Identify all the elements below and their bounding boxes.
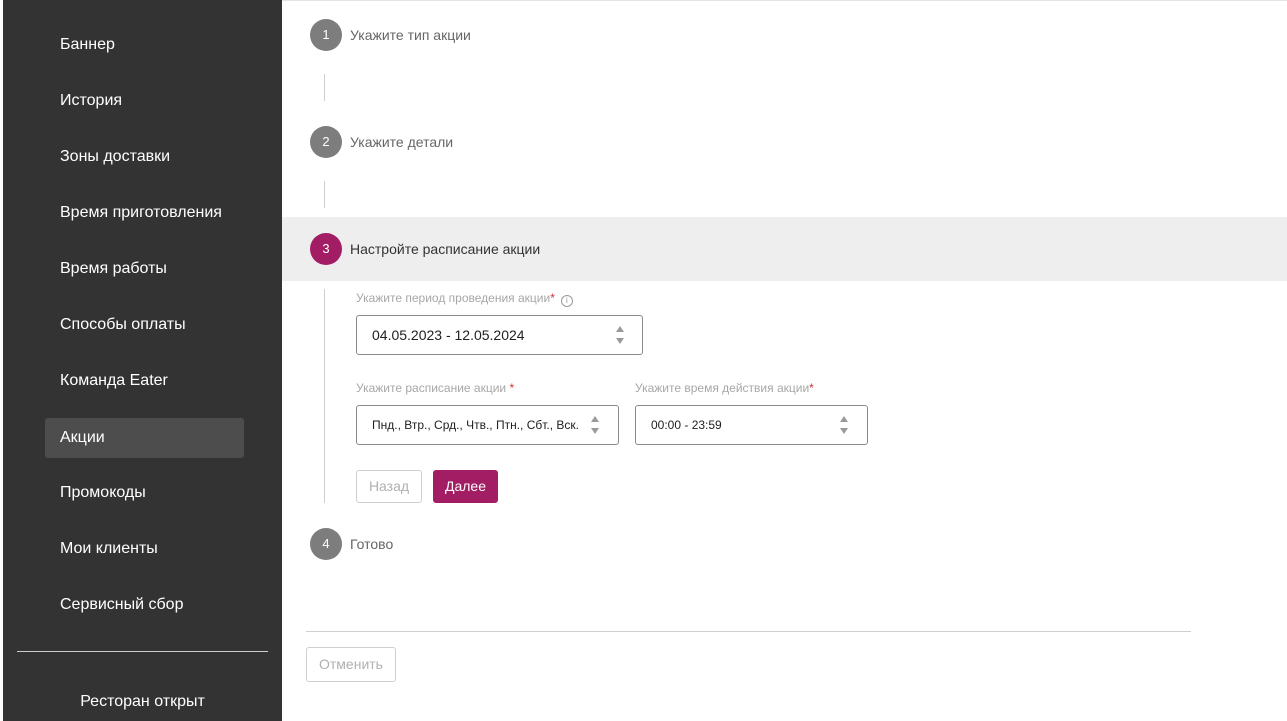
step-label-4: Готово xyxy=(350,536,394,552)
sidebar-item-promocodes[interactable]: Промокоды xyxy=(45,473,244,513)
days-label: Укажите расписание акции * xyxy=(356,381,515,395)
step-label-1: Укажите тип акции xyxy=(350,27,471,43)
restaurant-status[interactable]: Ресторан открыт xyxy=(3,688,282,716)
step-connector-2 xyxy=(324,181,325,208)
sidebar-item-banner[interactable]: Баннер xyxy=(45,25,244,65)
days-value: Пнд., Втр., Срд., Чтв., Птн., Сбт., Вск. xyxy=(372,418,580,432)
cancel-button[interactable]: Отменить xyxy=(306,647,396,682)
period-required-mark: * xyxy=(550,291,555,305)
period-value: 04.05.2023 - 12.05.2024 xyxy=(372,327,525,343)
app-root: Баннер История Зоны доставки Время приго… xyxy=(0,0,1287,721)
sort-arrows-icon xyxy=(840,416,848,434)
sort-arrows-icon xyxy=(616,326,624,344)
sidebar-item-cooking-time[interactable]: Время приготовления xyxy=(45,193,244,233)
period-label: Укажите период проведения акции* i xyxy=(356,290,573,307)
footer-divider xyxy=(306,631,1191,632)
step-number-2: 2 xyxy=(310,126,342,158)
step-label-2: Укажите детали xyxy=(350,134,454,150)
sidebar-divider xyxy=(17,651,268,652)
next-button[interactable]: Далее xyxy=(433,470,498,503)
time-required-mark: * xyxy=(809,381,814,395)
time-select[interactable]: 00:00 - 23:59 xyxy=(635,405,868,445)
sidebar-item-working-hours[interactable]: Время работы xyxy=(45,249,244,289)
step-number-3: 3 xyxy=(310,233,342,265)
back-button[interactable]: Назад xyxy=(356,470,422,503)
days-required-mark: * xyxy=(509,381,515,395)
sidebar-item-history[interactable]: История xyxy=(45,81,244,121)
step-4[interactable]: 4 Готово xyxy=(282,512,1287,576)
step-connector-1 xyxy=(324,74,325,101)
top-border xyxy=(282,0,1287,1)
sidebar-item-service-fee[interactable]: Сервисный сбор xyxy=(45,585,244,625)
time-label: Укажите время действия акции* xyxy=(635,381,814,395)
sidebar-item-my-clients[interactable]: Мои клиенты xyxy=(45,529,244,569)
info-icon[interactable]: i xyxy=(560,295,573,307)
main-content: 1 Укажите тип акции 2 Укажите детали 3 Н… xyxy=(282,0,1287,721)
step-number-4: 4 xyxy=(310,528,342,560)
sidebar-item-eater-team[interactable]: Команда Eater xyxy=(45,361,244,401)
step-number-1: 1 xyxy=(310,19,342,51)
step-3[interactable]: 3 Настройте расписание акции xyxy=(282,217,1287,281)
sidebar-item-payment-methods[interactable]: Способы оплаты xyxy=(45,305,244,345)
step-1[interactable]: 1 Укажите тип акции xyxy=(282,3,1287,67)
step-connector-3 xyxy=(324,289,325,503)
step-label-3: Настройте расписание акции xyxy=(350,241,541,257)
sidebar-item-delivery-zones[interactable]: Зоны доставки xyxy=(45,137,244,177)
sidebar: Баннер История Зоны доставки Время приго… xyxy=(3,0,282,721)
period-select[interactable]: 04.05.2023 - 12.05.2024 xyxy=(356,315,643,355)
sort-arrows-icon xyxy=(591,416,599,434)
days-select[interactable]: Пнд., Втр., Срд., Чтв., Птн., Сбт., Вск. xyxy=(356,405,619,445)
sidebar-item-promotions[interactable]: Акции xyxy=(45,418,244,458)
step-2[interactable]: 2 Укажите детали xyxy=(282,110,1287,174)
time-value: 00:00 - 23:59 xyxy=(651,418,722,432)
